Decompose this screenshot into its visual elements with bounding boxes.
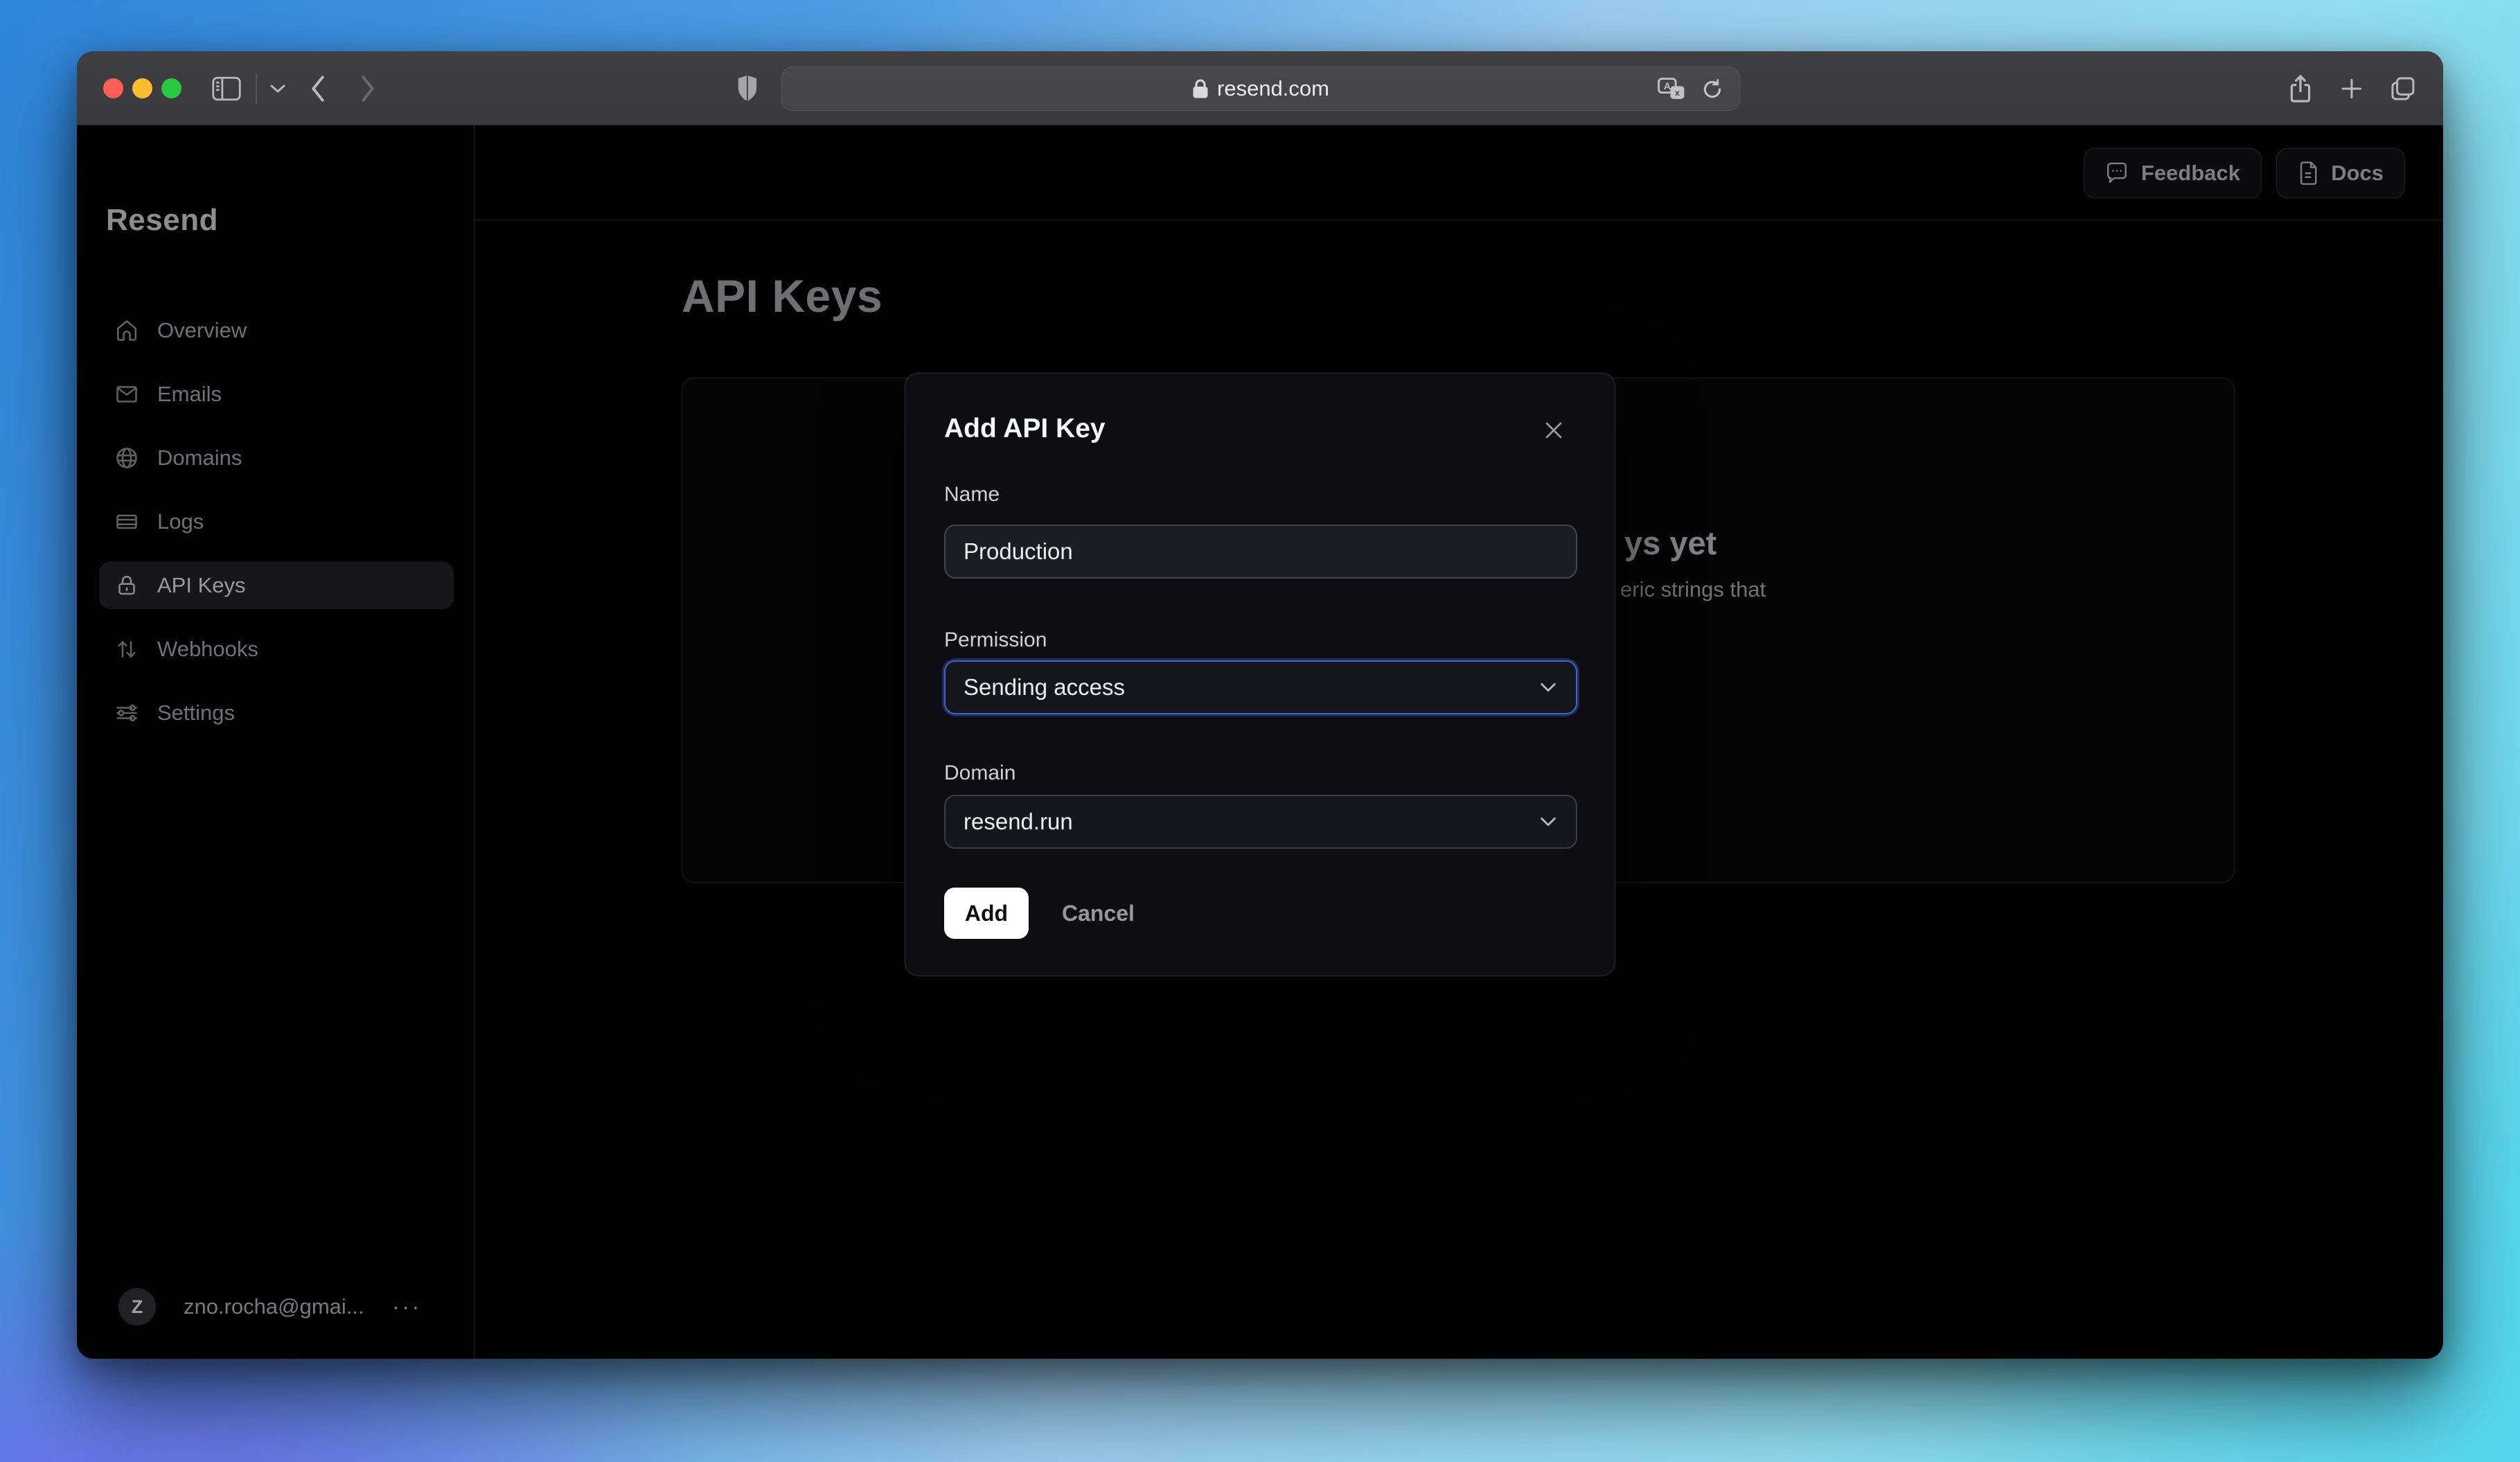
user-row: Z zno.rocha@gmai... ··· <box>118 1288 422 1326</box>
sidebar-item-domains[interactable]: Domains <box>99 434 454 482</box>
tab-overview-icon[interactable] <box>2381 51 2425 125</box>
sidebar-item-logs[interactable]: Logs <box>99 498 454 545</box>
permission-label: Permission <box>944 628 1047 651</box>
share-icon[interactable] <box>2278 51 2323 125</box>
home-icon <box>114 318 139 343</box>
chevron-down-icon <box>1538 681 1558 694</box>
mail-icon <box>114 382 139 407</box>
new-tab-icon[interactable] <box>2330 51 2374 125</box>
feedback-button[interactable]: Feedback <box>2083 148 2262 198</box>
sidebar-item-emails[interactable]: Emails <box>99 371 454 418</box>
svg-text:A: A <box>1664 80 1671 91</box>
translate-icon[interactable]: A x <box>1658 67 1685 112</box>
empty-state-heading-fragment: ys yet <box>1624 525 1717 561</box>
resend-logo: Resend <box>106 203 218 237</box>
domain-value: resend.run <box>964 809 1073 834</box>
lock-icon <box>1192 78 1209 99</box>
avatar[interactable]: Z <box>118 1288 156 1326</box>
sidebar-item-label: API Keys <box>157 573 246 597</box>
globe-icon <box>114 446 139 470</box>
feedback-label: Feedback <box>2140 161 2240 185</box>
speech-bubble-icon <box>2105 162 2129 184</box>
back-button[interactable] <box>299 51 337 125</box>
permission-select[interactable]: Sending access <box>944 660 1577 714</box>
sidebar-item-api-keys[interactable]: API Keys <box>99 562 454 609</box>
empty-state-body-fragment: eric strings that <box>1620 577 1766 601</box>
chevron-down-icon[interactable] <box>263 51 293 125</box>
docs-button[interactable]: Docs <box>2276 148 2405 198</box>
logs-icon <box>114 509 139 534</box>
sidebar-toggle-icon[interactable] <box>207 51 246 125</box>
modal-title: Add API Key <box>944 414 1106 443</box>
sliders-icon <box>114 701 139 725</box>
add-button[interactable]: Add <box>944 888 1029 939</box>
page-title: API Keys <box>682 270 883 322</box>
document-icon <box>2298 161 2318 185</box>
window-minimize-button[interactable] <box>132 78 152 98</box>
permission-value: Sending access <box>964 674 1125 700</box>
shield-icon[interactable] <box>727 51 768 125</box>
domain-label: Domain <box>944 761 1016 784</box>
user-menu-ellipsis[interactable]: ··· <box>392 1294 422 1321</box>
app-content: Resend Overview Emails Domains Logs API … <box>77 125 2443 1359</box>
sidebar-item-settings[interactable]: Settings <box>99 689 454 737</box>
domain-select[interactable]: resend.run <box>944 795 1577 849</box>
sidebar-item-webhooks[interactable]: Webhooks <box>99 626 454 673</box>
address-bar[interactable]: resend.com A x <box>781 67 1740 111</box>
sidebar-item-label: Domains <box>157 446 242 470</box>
name-input[interactable] <box>944 525 1577 579</box>
window-zoom-button[interactable] <box>161 78 181 98</box>
sidebar-item-label: Logs <box>157 509 204 534</box>
browser-toolbar: resend.com A x <box>77 51 2443 125</box>
window-close-button[interactable] <box>103 78 123 98</box>
sidebar-nav: Overview Emails Domains Logs API Keys We… <box>99 307 454 737</box>
docs-label: Docs <box>2331 161 2384 185</box>
page-header: Feedback Docs <box>474 125 2443 220</box>
cancel-button[interactable]: Cancel <box>1062 888 1135 939</box>
sidebar-item-label: Webhooks <box>157 637 258 661</box>
browser-window: resend.com A x Resend Overview Emails Do… <box>77 51 2443 1359</box>
sidebar-item-overview[interactable]: Overview <box>99 307 454 354</box>
add-api-key-modal: Add API Key Name Permission Sending acce… <box>905 373 1615 976</box>
reload-icon[interactable] <box>1701 67 1724 112</box>
sidebar-item-label: Overview <box>157 318 247 342</box>
sidebar: Resend Overview Emails Domains Logs API … <box>77 125 474 1359</box>
lock-icon <box>114 573 139 598</box>
user-email: zno.rocha@gmai... <box>184 1294 364 1319</box>
toolbar-separator <box>256 73 257 104</box>
arrows-up-down-icon <box>114 637 139 662</box>
name-label: Name <box>944 483 1000 506</box>
sidebar-item-label: Emails <box>157 382 222 406</box>
svg-text:x: x <box>1675 88 1680 98</box>
chevron-down-icon <box>1538 816 1558 828</box>
forward-button[interactable] <box>348 51 387 125</box>
url-text: resend.com <box>1217 76 1329 100</box>
close-icon[interactable] <box>1540 416 1568 444</box>
sidebar-item-label: Settings <box>157 701 236 725</box>
